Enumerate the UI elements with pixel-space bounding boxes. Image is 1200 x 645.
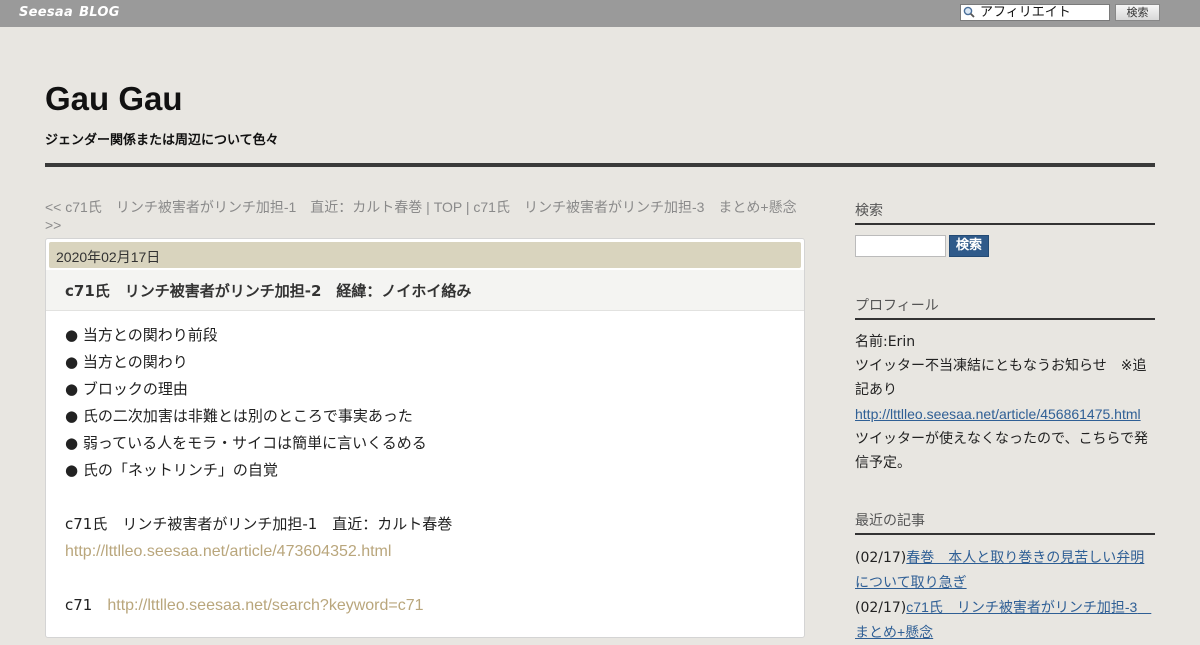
profile-notice: ツイッター不当凍結にともなうお知らせ ※追記あり	[855, 358, 1147, 398]
site-title[interactable]: Gau Gau	[45, 80, 183, 118]
nav-separator: |	[422, 199, 434, 215]
sidebar-search-button[interactable]: 検索	[949, 235, 989, 257]
top-link[interactable]: TOP	[434, 199, 462, 215]
top-search-input[interactable]: アフィリエイト	[960, 4, 1110, 21]
article-navigation: << c71氏 リンチ被害者がリンチ加担-1 直近：カルト春巻 | TOP | …	[45, 198, 805, 234]
sidebar-search-input[interactable]	[855, 235, 946, 257]
recent-heading: 最近の記事	[855, 510, 1155, 535]
sidebar-search-heading: 検索	[855, 200, 1155, 225]
article: 2020年02月17日 c71氏 リンチ被害者がリンチ加担-2 経緯：ノイホイ絡…	[45, 238, 805, 638]
site-description: ジェンダー関係または周辺について色々	[45, 133, 279, 148]
recent-list: (02/17)春巻 本人と取り巻きの見苦しい弁明について取り急ぎ (02/17)…	[855, 545, 1155, 645]
search-keyword-link[interactable]: http://lttlleo.seesaa.net/search?keyword…	[107, 597, 423, 614]
article-title[interactable]: c71氏 リンチ被害者がリンチ加担-2 経緯：ノイホイ絡み	[65, 280, 471, 301]
list-item: ● 当方との関わり前段	[65, 326, 218, 344]
recent-date: (02/17)	[855, 600, 907, 616]
article-body: ● 当方との関わり前段 ● 当方との関わり ● ブロックの理由 ● 氏の二次加害…	[65, 322, 452, 619]
list-item: ● 氏の「ネットリンチ」の自覚	[65, 461, 278, 479]
top-bar: Seesaa BLOG アフィリエイト 検索	[0, 0, 1200, 27]
list-item: ● 当方との関わり	[65, 353, 188, 371]
reference-label: c71	[65, 596, 108, 614]
logo-brand: Seesaa	[19, 5, 74, 20]
seesaa-blog-logo[interactable]: Seesaa BLOG	[19, 5, 120, 20]
search-icon	[963, 6, 975, 18]
list-item: (02/17)c71氏 リンチ被害者がリンチ加担-3 まとめ+懸念	[855, 595, 1155, 645]
article-date: 2020年02月17日	[49, 242, 801, 268]
list-item: ● 弱っている人をモラ・サイコは簡単に言いくるめる	[65, 434, 427, 452]
header-divider	[45, 163, 1155, 167]
recent-date: (02/17)	[855, 550, 907, 566]
profile-note: ツイッターが使えなくなったので、こちらで発信予定。	[855, 431, 1149, 471]
sidebar-search: 検索 検索	[855, 200, 1155, 257]
reference-link[interactable]: http://lttlleo.seesaa.net/article/473604…	[65, 543, 391, 560]
list-item: ● 氏の二次加害は非難とは別のところで事実あった	[65, 407, 413, 425]
sidebar-recent: 最近の記事 (02/17)春巻 本人と取り巻きの見苦しい弁明について取り急ぎ (…	[855, 510, 1155, 645]
nav-separator: |	[461, 199, 474, 215]
list-item: (02/17)春巻 本人と取り巻きの見苦しい弁明について取り急ぎ	[855, 545, 1155, 595]
top-search-value: アフィリエイト	[980, 5, 1071, 20]
profile-link[interactable]: http://lttlleo.seesaa.net/article/456861…	[855, 406, 1141, 422]
prev-article-link[interactable]: << c71氏 リンチ被害者がリンチ加担-1 直近：カルト春巻	[45, 199, 422, 215]
top-search-button[interactable]: 検索	[1115, 4, 1160, 21]
profile-heading: プロフィール	[855, 295, 1155, 320]
profile-body: 名前:Erin ツイッター不当凍結にともなうお知らせ ※追記あり http://…	[855, 330, 1155, 475]
sidebar-profile: プロフィール 名前:Erin ツイッター不当凍結にともなうお知らせ ※追記あり …	[855, 295, 1155, 475]
list-item: ● ブロックの理由	[65, 380, 188, 398]
reference-text: c71氏 リンチ被害者がリンチ加担-1 直近：カルト春巻	[65, 515, 453, 533]
article-title-bar: c71氏 リンチ被害者がリンチ加担-2 経緯：ノイホイ絡み	[46, 270, 804, 311]
profile-name: 名前:Erin	[855, 334, 916, 350]
logo-blog: BLOG	[79, 5, 120, 20]
